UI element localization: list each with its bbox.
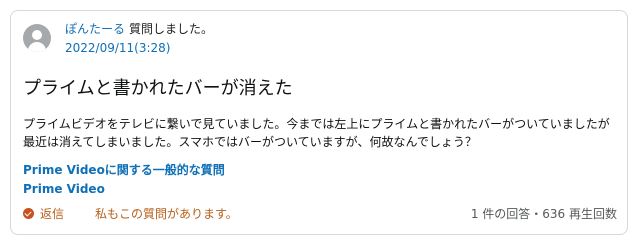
user-avatar-icon[interactable] [23, 24, 51, 52]
avatar-head [32, 30, 42, 40]
question-body: プライムビデオをテレビに繋いで見ていました。今までは左上にプライムと書かれたバー… [23, 117, 610, 149]
reply-label: 返信 [40, 207, 65, 221]
author-line: ぽんたーる 質問しました。 [65, 21, 213, 37]
question-title: プライムと書かれたバーが消えた [23, 78, 293, 99]
reply-icon [23, 208, 34, 219]
answer-view-stats: 1 件の回答・636 再生回数 [470, 207, 617, 221]
question-date: 2022/09/11(3:28) [65, 41, 171, 55]
question-footer: 返信 私もこの質問があります。 1 件の回答・636 再生回数 [23, 205, 617, 223]
reply-button[interactable]: 返信 [23, 205, 64, 223]
same-question-button[interactable]: 私もこの質問があります。 [95, 205, 238, 223]
topic-link-prime-video[interactable]: Prime Video [23, 181, 105, 197]
author-name-link[interactable]: ぽんたーる [65, 22, 125, 36]
topic-link-general[interactable]: Prime Videoに関する一般的な質問 [23, 162, 225, 178]
asked-label: 質問しました。 [129, 22, 214, 36]
avatar-body [28, 42, 46, 52]
question-card: ぽんたーる 質問しました。 2022/09/11(3:28) プライムと書かれたバ… [10, 10, 628, 235]
